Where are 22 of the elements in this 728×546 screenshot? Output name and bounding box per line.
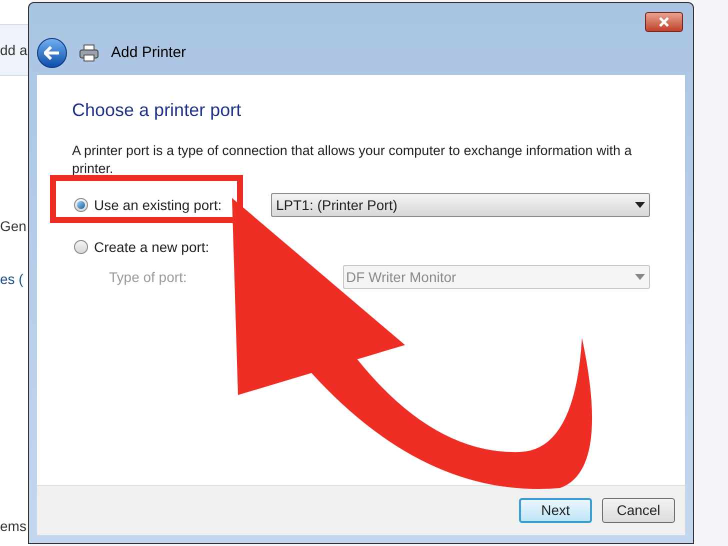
back-arrow-icon: [44, 46, 60, 60]
description-text: A printer port is a type of connection that allows your computer to exchange information with a printer.: [72, 142, 633, 178]
field-label: Type of port:: [109, 268, 188, 287]
printer-icon: [79, 44, 99, 62]
window-title: Add Printer: [111, 42, 186, 63]
close-button[interactable]: [645, 12, 683, 32]
back-button[interactable]: [37, 38, 67, 68]
port-dropdown[interactable]: LPT1: (Printer Port): [271, 193, 650, 217]
radio-option[interactable]: Create a new port:: [72, 237, 210, 257]
page-heading: Choose a printer port: [72, 99, 242, 122]
radio-button[interactable]: [74, 198, 88, 212]
radio-option[interactable]: Use an existing port:: [72, 195, 222, 215]
dialog-button[interactable]: Cancel: [602, 498, 675, 523]
caret-icon: [635, 274, 645, 280]
background-text: dd a: [0, 40, 28, 60]
background-text: ems: [0, 517, 28, 536]
radio-button[interactable]: [74, 240, 88, 254]
close-icon: [659, 17, 669, 27]
dialog-button[interactable]: Next: [519, 498, 592, 523]
caret-icon: [635, 202, 645, 208]
background-text: Gen: [0, 217, 28, 236]
background-text: es (: [0, 270, 24, 289]
